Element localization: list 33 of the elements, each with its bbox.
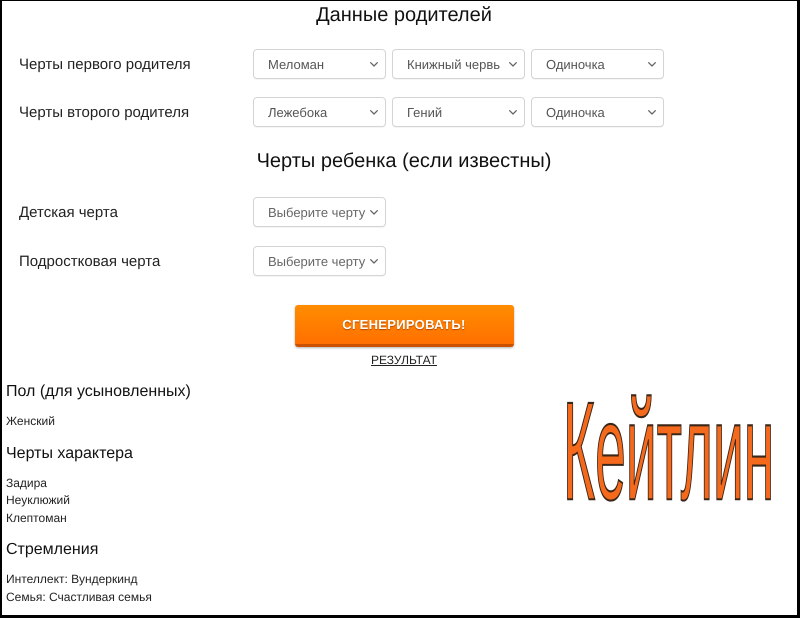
chevron-down-icon (648, 62, 656, 66)
chevron-down-icon (370, 258, 378, 264)
chevron-down-icon (370, 62, 378, 66)
generated-name: Кейтлин (563, 382, 774, 522)
result-link[interactable]: РЕЗУЛЬТАТ (371, 353, 437, 367)
trait-dropdown[interactable]: Одиночка (531, 97, 664, 127)
chevron-down-icon (508, 110, 516, 114)
result-heading: Черты характера (6, 444, 134, 464)
chevron-down-icon (508, 62, 516, 66)
chevron-down-icon (370, 210, 378, 214)
section-title: Черты ребенка (если известны) (256, 149, 552, 173)
chevron-down-icon (370, 110, 378, 114)
result-item: Семья: Счастливая семья (6, 588, 153, 606)
field-label: Подростковая черта (19, 252, 162, 271)
trait-dropdown[interactable]: Одиночка (531, 49, 664, 79)
trait-dropdown[interactable]: Книжный червь (392, 49, 524, 79)
field-label: Детская черта (19, 203, 119, 222)
result-item: Женский (6, 413, 56, 430)
result-heading: Стремления (6, 540, 100, 560)
result-item: Задира (6, 474, 48, 492)
section-title: Данные родителей (315, 3, 493, 27)
field-label: Черты первого родителя (19, 55, 192, 74)
result-item: Неуклюжий (6, 492, 71, 509)
trait-dropdown[interactable]: Выберите черту (253, 246, 386, 276)
field-label: Черты второго родителя (19, 103, 190, 122)
result-item: Клептоман (6, 510, 68, 526)
trait-dropdown[interactable]: Гений (392, 97, 524, 127)
trait-dropdown[interactable]: Выберите черту (253, 197, 386, 227)
result-item: Интеллект: Вундеркинд (6, 571, 139, 588)
chevron-down-icon (648, 110, 656, 114)
trait-dropdown[interactable]: Лежебока (253, 97, 386, 127)
result-heading: Пол (для усыновленных) (6, 382, 192, 402)
trait-dropdown[interactable]: Меломан (253, 49, 386, 79)
